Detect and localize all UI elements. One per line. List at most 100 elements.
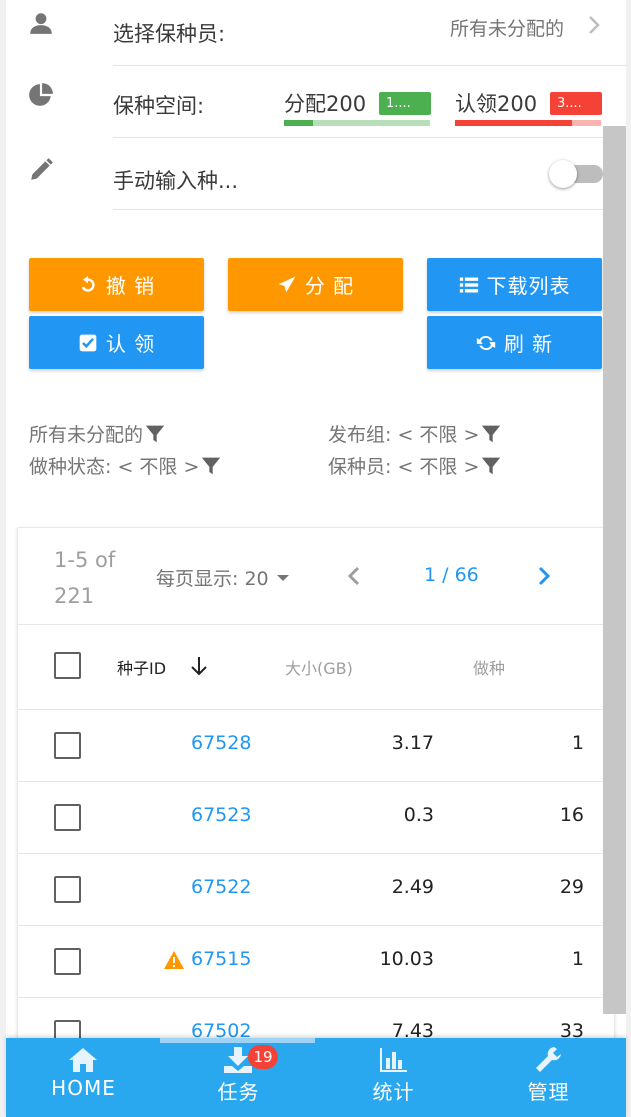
assign-badge: 1....	[379, 92, 431, 115]
send-icon	[278, 276, 296, 292]
divider	[113, 137, 626, 138]
home-icon	[69, 1048, 97, 1072]
assign-progress-fill	[284, 120, 314, 126]
torrent-seeding: 1	[571, 732, 584, 754]
tasks-count-badge: 19	[248, 1045, 278, 1069]
undo-icon	[81, 275, 95, 292]
manual-toggle[interactable]	[549, 160, 603, 188]
torrent-size: 0.3	[403, 804, 434, 826]
wrench-icon	[536, 1047, 561, 1072]
checkbox-checked-icon	[79, 334, 97, 351]
row-checkbox[interactable]	[54, 804, 81, 831]
prev-page-icon[interactable]	[344, 564, 364, 588]
filter-icon	[202, 457, 221, 474]
refresh-button[interactable]: 刷 新	[427, 316, 602, 369]
bar-chart-icon	[380, 1048, 407, 1072]
nav-home-label: HOME	[51, 1076, 116, 1100]
bottom-nav: HOME 19 任务 统计 管理	[6, 1038, 626, 1117]
assign-progress	[284, 120, 430, 126]
refresh-label: 刷 新	[503, 332, 554, 356]
torrent-table-card: 1-5 of 221 每页显示: 20 1 / 66 种子ID 大小(GB) 做…	[17, 527, 615, 1087]
row-checkbox[interactable]	[54, 732, 81, 759]
pie-chart-icon	[29, 83, 53, 106]
torrent-size: 10.03	[379, 948, 434, 970]
space-label: 保种空间:	[113, 94, 205, 118]
nav-manage-label: 管理	[527, 1080, 570, 1104]
torrent-id-link[interactable]: 67523	[191, 804, 251, 826]
divider	[113, 209, 626, 210]
person-icon	[30, 13, 52, 34]
assign-metric: 分配200 1....	[284, 88, 432, 128]
next-page-icon[interactable]	[534, 564, 554, 588]
claim-button[interactable]: 认 领	[29, 316, 204, 369]
undo-button[interactable]: 撤 销	[29, 258, 204, 311]
row-checkbox[interactable]	[54, 948, 81, 975]
claim-metric: 认领200 3....	[455, 88, 603, 128]
table-row[interactable]: 67522 2.49 29	[18, 854, 614, 926]
toggle-knob	[549, 160, 577, 188]
table-row[interactable]: 67528 3.17 1	[18, 710, 614, 782]
undo-label: 撤 销	[105, 274, 156, 298]
pencil-icon	[31, 158, 53, 180]
torrent-size: 3.17	[391, 732, 434, 754]
filter-seed-status-label: 做种状态: < 不限 >	[29, 456, 200, 478]
claim-progress	[455, 120, 601, 126]
assign-text: 分配200	[284, 92, 367, 116]
filter-group[interactable]: 发布组: < 不限 >	[328, 420, 501, 447]
assign-label: 分 配	[304, 274, 355, 298]
keeper-label: 选择保种员:	[113, 22, 226, 46]
claim-badge: 3....	[550, 92, 602, 115]
assign-button[interactable]: 分 配	[228, 258, 403, 311]
warning-icon	[164, 951, 184, 969]
keeper-value[interactable]: 所有未分配的	[450, 14, 564, 41]
torrent-id-link[interactable]: 67528	[191, 732, 251, 754]
keeper-row[interactable]: 选择保种员: 所有未分配的	[6, 0, 626, 70]
download-list-button[interactable]: 下载列表	[427, 258, 602, 311]
table-header: 种子ID 大小(GB) 做种	[18, 625, 614, 710]
filter-seed-status[interactable]: 做种状态: < 不限 >	[29, 452, 221, 479]
claim-label: 认 领	[105, 332, 156, 356]
nav-tasks-label: 任务	[217, 1080, 260, 1104]
dropdown-arrow-icon	[276, 574, 289, 581]
per-page-select[interactable]: 每页显示: 20	[156, 564, 289, 591]
manual-row: 手动输入种...	[6, 145, 626, 215]
torrent-seeding: 16	[559, 804, 584, 826]
column-seeding[interactable]: 做种	[473, 655, 505, 679]
row-checkbox[interactable]	[54, 876, 81, 903]
nav-tasks[interactable]: 19 任务	[161, 1038, 316, 1117]
table-row[interactable]: 67523 0.3 16	[18, 782, 614, 854]
main-page: 选择保种员: 所有未分配的 保种空间: 分配200 1.... 认领200 3.…	[6, 0, 626, 1117]
claim-progress-fill	[455, 120, 572, 126]
scrollbar[interactable]	[603, 126, 626, 1014]
divider	[113, 65, 626, 66]
filter-keeper-label: 保种员: < 不限 >	[328, 456, 480, 478]
table-pager: 1-5 of 221 每页显示: 20 1 / 66	[18, 528, 614, 625]
manual-label: 手动输入种...	[113, 169, 239, 193]
nav-home[interactable]: HOME	[6, 1038, 161, 1117]
filter-group-label: 发布组: < 不限 >	[328, 424, 480, 446]
column-id[interactable]: 种子ID	[117, 655, 166, 679]
list-icon	[459, 277, 478, 292]
filter-icon	[482, 457, 501, 474]
nav-manage[interactable]: 管理	[471, 1038, 626, 1117]
filter-unassigned[interactable]: 所有未分配的	[29, 420, 165, 447]
download-list-label: 下载列表	[486, 274, 571, 298]
per-page-label: 每页显示: 20	[156, 568, 269, 590]
range-text: 1-5 of 221	[54, 548, 116, 608]
nav-stats-label: 统计	[372, 1080, 415, 1104]
torrent-id-link[interactable]: 67515	[191, 948, 251, 970]
filter-icon	[482, 425, 501, 442]
filter-keeper[interactable]: 保种员: < 不限 >	[328, 452, 501, 479]
filter-icon	[145, 425, 165, 442]
torrent-seeding: 1	[571, 948, 584, 970]
chevron-right-icon[interactable]	[586, 14, 602, 36]
column-size[interactable]: 大小(GB)	[285, 655, 353, 679]
claim-text: 认领200	[455, 92, 538, 116]
torrent-id-link[interactable]: 67522	[191, 876, 251, 898]
nav-stats[interactable]: 统计	[316, 1038, 471, 1117]
torrent-size: 2.49	[391, 876, 434, 898]
refresh-icon	[476, 335, 495, 350]
table-row[interactable]: 67515 10.03 1	[18, 926, 614, 998]
select-all-checkbox[interactable]	[54, 652, 81, 679]
sort-down-icon[interactable]	[190, 655, 208, 677]
